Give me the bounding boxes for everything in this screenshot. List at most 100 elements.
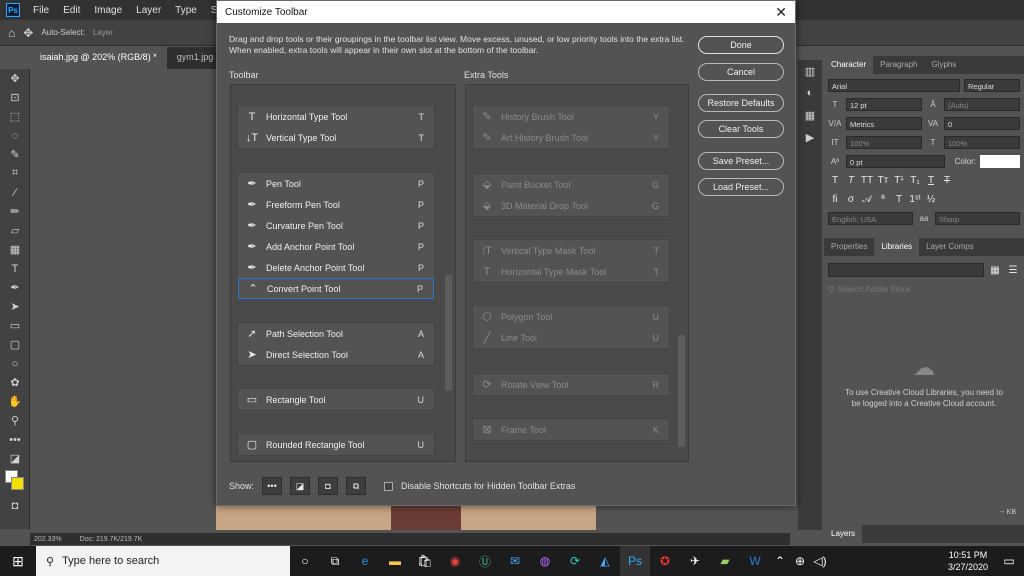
list-item[interactable]: ↓T Vertical Type Tool T bbox=[238, 127, 434, 148]
mail-icon[interactable]: ✉ bbox=[500, 546, 530, 576]
vertical-scale-field[interactable]: 100% bbox=[846, 135, 922, 149]
type-mask-group[interactable]: ⁞T Vertical Type Mask Tool T T Horizontal T… bbox=[472, 239, 670, 283]
tab-isaiah[interactable]: isaiah.jpg @ 202% (RGB/8) * bbox=[30, 47, 167, 69]
ordinals-icon[interactable]: 1ˢᵗ bbox=[908, 194, 922, 205]
font-family-select[interactable]: Arial bbox=[828, 78, 960, 92]
baseline-field[interactable]: 0 pt bbox=[846, 154, 945, 168]
list-item[interactable]: ⁞T Vertical Type Mask Tool T bbox=[473, 240, 669, 261]
menu-type[interactable]: Type bbox=[168, 5, 204, 16]
tab-libraries[interactable]: Libraries bbox=[874, 238, 920, 256]
titling-icon[interactable]: T bbox=[892, 194, 906, 205]
restore-defaults-button[interactable]: Restore Defaults bbox=[698, 94, 784, 112]
home-icon[interactable]: ⌂ bbox=[8, 26, 15, 40]
type-tools-group[interactable]: T Horizontal Type Tool T ↓T Vertical Type T… bbox=[237, 105, 435, 149]
layer-dropdown[interactable]: Layer bbox=[93, 28, 113, 37]
list-item[interactable]: ⬙ 3D Material Drop Tool G bbox=[473, 195, 669, 216]
app-icon[interactable]: ⟳ bbox=[560, 546, 590, 576]
list-item[interactable]: ✎ Art History Brush Tool Y bbox=[473, 127, 669, 148]
tab-properties[interactable]: Properties bbox=[824, 238, 874, 256]
pen-tool-icon[interactable]: ✒ bbox=[0, 278, 30, 297]
strikethrough-icon[interactable]: T bbox=[940, 175, 954, 186]
polygon-group[interactable]: ⬡ Polygon Tool U ╱ Line Tool U bbox=[472, 305, 670, 349]
list-item[interactable]: ╱ Line Tool U bbox=[473, 327, 669, 348]
volume-icon[interactable]: ◁) bbox=[810, 546, 830, 576]
background-color[interactable] bbox=[11, 477, 24, 490]
screen-mode-toggle-icon[interactable]: ⧉ bbox=[346, 477, 367, 495]
zoom-icon[interactable]: ⚲ bbox=[0, 411, 30, 430]
edge-icon[interactable]: e bbox=[350, 546, 380, 576]
history-brush-group[interactable]: ✎ History Brush Tool Y ✎ Art History Brush … bbox=[472, 105, 670, 149]
chevron-up-icon[interactable]: ⌃ bbox=[770, 546, 790, 576]
eraser-icon[interactable]: ▱ bbox=[0, 221, 30, 240]
marquee-icon[interactable]: ⬚ bbox=[0, 107, 30, 126]
app-icon[interactable]: ✪ bbox=[650, 546, 680, 576]
horizontal-scale-field[interactable]: 100% bbox=[944, 135, 1020, 149]
old-style-icon[interactable]: σ bbox=[844, 194, 858, 205]
rectangle-icon[interactable]: ▭ bbox=[0, 316, 30, 335]
app-icon[interactable]: ◭ bbox=[590, 546, 620, 576]
custom-shape-icon[interactable]: ✿ bbox=[0, 373, 30, 392]
rotate-view-group[interactable]: ⟳ Rotate View Tool R bbox=[472, 373, 670, 396]
eyedropper-icon[interactable]: ⁄ bbox=[0, 183, 30, 202]
move-tool-icon[interactable]: ✥ bbox=[23, 26, 33, 40]
tracking-field[interactable]: 0 bbox=[944, 116, 1020, 130]
word-icon[interactable]: W bbox=[740, 546, 770, 576]
language-select[interactable]: English: USA bbox=[828, 211, 913, 225]
pen-tools-group[interactable]: ✒ Pen Tool P ✒ Freeform Pen Tool P ✒ Curvatur… bbox=[237, 172, 435, 300]
list-view-icon[interactable]: ☰ bbox=[1006, 265, 1020, 276]
task-view-icon[interactable]: ⧉ bbox=[320, 546, 350, 576]
color-swatch-toggle-icon[interactable]: ◪ bbox=[290, 477, 311, 495]
list-item[interactable]: ✒ Freeform Pen Tool P bbox=[238, 194, 434, 215]
hand-icon[interactable]: ✋ bbox=[0, 392, 30, 411]
list-item[interactable]: T Horizontal Type Tool T bbox=[238, 106, 434, 127]
type-tool-icon[interactable]: T bbox=[0, 259, 30, 278]
list-item[interactable]: ➤ Direct Selection Tool A bbox=[238, 344, 434, 365]
quick-mask-toggle-icon[interactable]: ◘ bbox=[318, 477, 339, 495]
small-caps-icon[interactable]: Tт bbox=[876, 175, 890, 186]
path-select-icon[interactable]: ➤ bbox=[0, 297, 30, 316]
rounded-rectangle-group[interactable]: ▢ Rounded Rectangle Tool U bbox=[237, 433, 435, 456]
list-item[interactable]: ➚ Path Selection Tool A bbox=[238, 323, 434, 344]
chrome-icon[interactable]: ◉ bbox=[440, 546, 470, 576]
close-icon[interactable]: ✕ bbox=[775, 4, 787, 21]
swatches-icon[interactable]: ▦ bbox=[798, 104, 822, 126]
toolbar-list[interactable]: T Horizontal Type Tool T ↓T Vertical Type T… bbox=[230, 84, 456, 462]
list-item[interactable]: ✒ Delete Anchor Point Tool P bbox=[238, 257, 434, 278]
rounded-rect-icon[interactable]: ▢ bbox=[0, 335, 30, 354]
alternates-icon[interactable]: ª bbox=[876, 194, 890, 205]
network-icon[interactable]: ⊕ bbox=[790, 546, 810, 576]
brush-icon[interactable]: ✏ bbox=[0, 202, 30, 221]
app-icon[interactable]: ▰ bbox=[710, 546, 740, 576]
paint-bucket-group[interactable]: ⬙ Paint Bucket Tool G ⬙ 3D Material Drop To… bbox=[472, 173, 670, 217]
artboard-icon[interactable]: ⊡ bbox=[0, 88, 30, 107]
toolbar-scrollbar[interactable] bbox=[445, 275, 452, 391]
default-colors-icon[interactable]: ◪ bbox=[0, 449, 30, 468]
extra-scrollbar[interactable] bbox=[678, 335, 685, 447]
superscript-icon[interactable]: T¹ bbox=[892, 175, 906, 186]
save-preset-button[interactable]: Save Preset... bbox=[698, 152, 784, 170]
clear-tools-button[interactable]: Clear Tools bbox=[698, 120, 784, 138]
subscript-icon[interactable]: T₁ bbox=[908, 175, 922, 186]
list-item[interactable]: ✎ History Brush Tool Y bbox=[473, 106, 669, 127]
all-caps-icon[interactable]: TT bbox=[860, 175, 874, 186]
text-color-swatch[interactable] bbox=[980, 154, 1020, 168]
stock-search-input[interactable]: Search Adobe Stock bbox=[838, 285, 911, 294]
font-style-select[interactable]: Regular bbox=[964, 78, 1020, 92]
list-item[interactable]: ✒ Add Anchor Point Tool P bbox=[238, 236, 434, 257]
faux-bold-icon[interactable]: T bbox=[828, 175, 842, 186]
quick-select-icon[interactable]: ✎ bbox=[0, 145, 30, 164]
font-size-field[interactable]: 12 pt bbox=[846, 97, 922, 111]
ligatures-icon[interactable]: ﬁ bbox=[828, 194, 842, 205]
photoshop-taskbar-icon[interactable]: Ps bbox=[620, 546, 650, 576]
more-icon[interactable]: ••• bbox=[0, 430, 30, 449]
store-icon[interactable]: 🛍 bbox=[410, 546, 440, 576]
list-item[interactable]: ▢ Rounded Rectangle Tool U bbox=[238, 434, 434, 455]
anti-alias-select[interactable]: Sharp bbox=[935, 211, 1020, 225]
tab-paragraph[interactable]: Paragraph bbox=[873, 56, 924, 74]
list-item[interactable]: ⬡ Polygon Tool U bbox=[473, 306, 669, 327]
menu-file[interactable]: File bbox=[26, 5, 56, 16]
gradient-icon[interactable]: ▦ bbox=[0, 240, 30, 259]
extra-tools-list[interactable]: ✎ History Brush Tool Y ✎ Art History Brush … bbox=[465, 84, 689, 462]
cancel-button[interactable]: Cancel bbox=[698, 63, 784, 81]
move-tool-icon[interactable]: ✥ bbox=[0, 69, 30, 88]
